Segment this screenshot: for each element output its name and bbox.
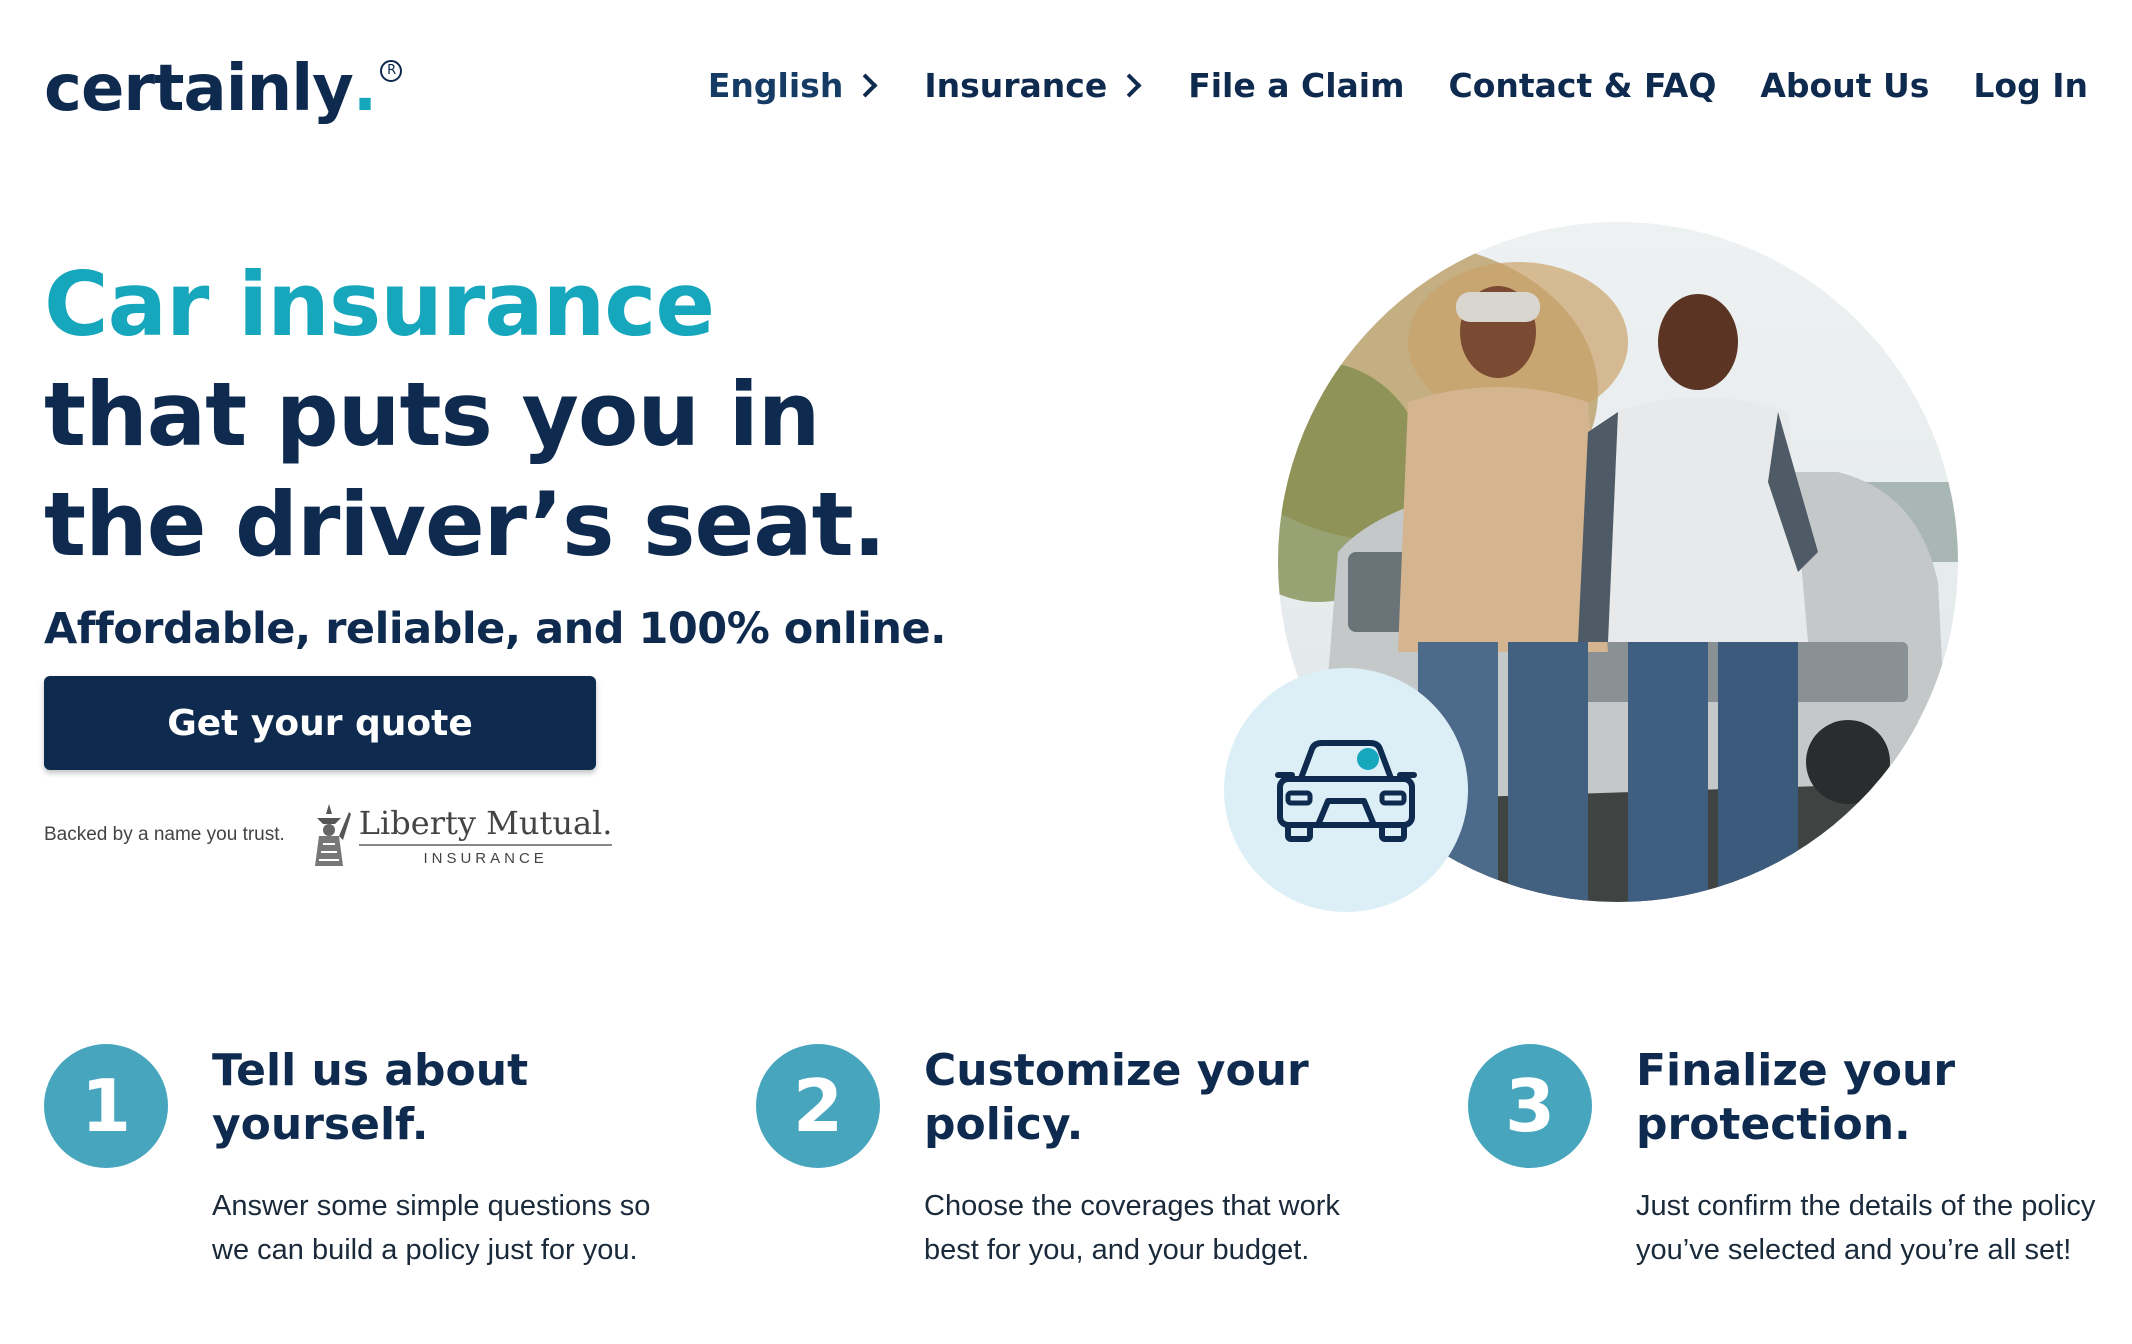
hero-title-line-2: that puts you in: [44, 363, 820, 466]
step-description: Answer some simple questions so we can b…: [212, 1190, 651, 1266]
certainly-logo[interactable]: certainly. R: [44, 52, 403, 132]
get-quote-button[interactable]: Get your quote: [44, 676, 596, 770]
liberty-mutual-logo: Liberty Mutual. INSURANCE: [305, 800, 613, 870]
nav-contact-faq[interactable]: Contact & FAQ: [1449, 66, 1717, 105]
chevron-right-icon: [853, 73, 878, 98]
hero-title: Car insurance that puts you in the drive…: [44, 250, 886, 580]
step-description: Choose the coverages that work best for …: [924, 1190, 1340, 1266]
step-description: Just confirm the details of the policy y…: [1636, 1190, 2096, 1266]
step-title: Finalize your protection.: [1636, 1045, 1956, 1150]
nav-about-us[interactable]: About Us: [1760, 66, 1929, 105]
hero-title-line-3: the driver’s seat.: [44, 473, 886, 576]
car-badge: [1224, 668, 1468, 912]
backed-by: Backed by a name you trust. Liberty Mutu…: [44, 800, 613, 870]
nav-log-in[interactable]: Log In: [1973, 66, 2088, 105]
logo-text: certainly: [44, 52, 354, 126]
nav-language[interactable]: English: [708, 66, 880, 105]
step-number-badge: 3: [1468, 1044, 1592, 1168]
nav-insurance[interactable]: Insurance: [924, 66, 1144, 105]
nav-language-label: English: [707, 66, 844, 105]
logo-dot: .: [352, 52, 377, 126]
liberty-mutual-insurance: INSURANCE: [423, 849, 548, 867]
step-title: Customize your policy.: [924, 1045, 1309, 1150]
statue-of-liberty-icon: [314, 804, 351, 866]
hero-title-accent: Car insurance: [44, 253, 715, 356]
step-number-badge: 1: [44, 1044, 168, 1168]
step-number-badge: 2: [756, 1044, 880, 1168]
nav-insurance-label: Insurance: [924, 66, 1108, 105]
liberty-mutual-name: Liberty Mutual.: [358, 804, 613, 846]
backed-by-text: Backed by a name you trust.: [44, 824, 285, 845]
car-icon: [1275, 740, 1417, 842]
main-nav: English Insurance File a Claim Contact &…: [708, 66, 2088, 105]
step-title: Tell us about yourself.: [212, 1045, 529, 1150]
registered-mark: R: [380, 60, 403, 82]
chevron-right-icon: [1117, 73, 1142, 98]
nav-file-claim[interactable]: File a Claim: [1188, 66, 1404, 105]
liberty-mutual-wordmark: Liberty Mutual. INSURANCE: [358, 804, 613, 867]
hero-subtitle: Affordable, reliable, and 100% online.: [44, 604, 947, 654]
